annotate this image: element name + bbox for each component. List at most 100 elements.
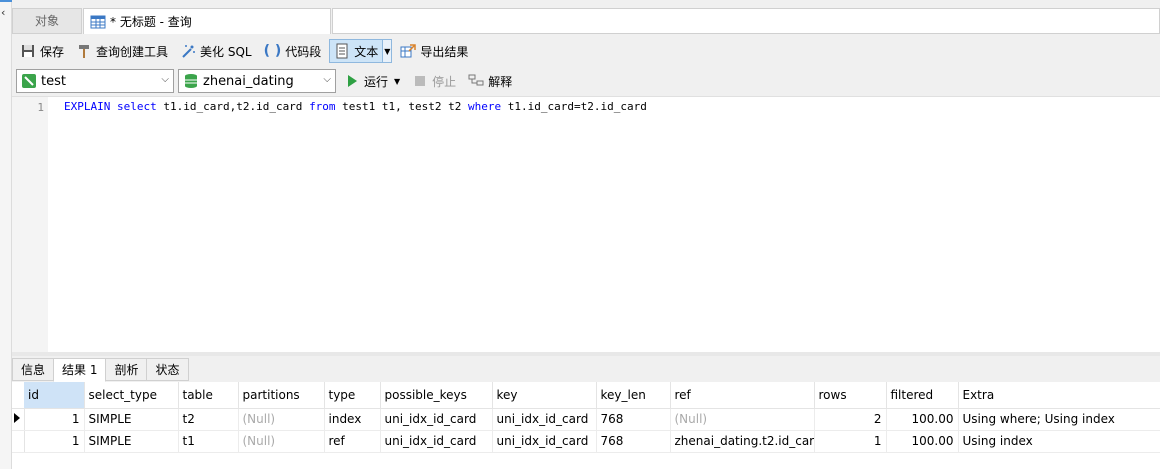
cell-select-type[interactable]: SIMPLE — [84, 408, 179, 431]
column-header[interactable]: rows — [814, 382, 887, 409]
column-header[interactable]: Extra — [958, 382, 1160, 409]
document-icon — [336, 43, 348, 59]
text-mode-label: 文本 — [354, 44, 379, 59]
explain-label: 解释 — [488, 74, 513, 89]
tab-result-1[interactable]: 结果 1 — [53, 358, 107, 382]
sql-editor[interactable]: 1 EXPLAIN select t1.id_card,t2.id_card f… — [12, 96, 1160, 353]
query-builder-label: 查询创建工具 — [96, 44, 169, 59]
table-grid-icon — [90, 15, 106, 28]
explain-button[interactable]: 解释 — [464, 69, 516, 93]
hammer-icon — [79, 45, 90, 58]
connection-value: test — [41, 73, 66, 89]
cell-filtered[interactable]: 100.00 — [886, 430, 959, 453]
cell-id[interactable]: 1 — [24, 408, 85, 431]
cell-partitions[interactable]: (Null) — [238, 408, 325, 431]
column-header[interactable]: ref — [670, 382, 815, 409]
column-header[interactable]: key_len — [596, 382, 671, 409]
chevron-left-icon[interactable]: ‹ — [1, 6, 5, 19]
row-selector[interactable] — [12, 408, 25, 431]
explain-icon — [468, 74, 484, 86]
query-builder-button[interactable]: 查询创建工具 — [72, 39, 172, 63]
cell-type[interactable]: ref — [324, 430, 381, 453]
tab-info[interactable]: 信息 — [12, 358, 55, 381]
cell-key[interactable]: uni_idx_id_card — [492, 430, 597, 453]
parentheses-icon: ( ) — [263, 43, 282, 59]
save-button[interactable]: 保存 — [16, 39, 68, 63]
code-segment: test1 t1, test2 t2 — [335, 100, 469, 113]
save-icon — [22, 45, 34, 57]
chevron-down-icon: ⌵ — [161, 74, 169, 85]
text-mode-dropdown[interactable]: ▼ — [382, 39, 393, 63]
cell-key-len[interactable]: 768 — [596, 430, 671, 453]
column-header[interactable]: type — [324, 382, 381, 409]
cell-ref[interactable]: zhenai_dating.t2.id_card — [670, 430, 815, 453]
cell-select-type[interactable]: SIMPLE — [84, 430, 179, 453]
beautify-sql-button[interactable]: 美化 SQL — [176, 39, 256, 63]
cell-type[interactable]: index — [324, 408, 381, 431]
tab-bar: 对象 * 无标题 - 查询 — [12, 6, 1160, 34]
run-button[interactable]: 运行 ▼ — [340, 69, 404, 93]
connection-select[interactable]: test ⌵ — [16, 69, 174, 93]
left-collapse-strip[interactable]: ‹ — [0, 0, 12, 469]
save-label: 保存 — [40, 44, 65, 59]
column-header[interactable]: id — [24, 382, 85, 409]
database-value: zhenai_dating — [203, 73, 294, 89]
cell-rows[interactable]: 2 — [814, 408, 887, 431]
tab-status[interactable]: 状态 — [146, 358, 189, 381]
code-snippet-label: 代码段 — [285, 44, 322, 59]
editor-result-splitter[interactable] — [12, 352, 1160, 356]
column-header[interactable]: possible_keys — [380, 382, 493, 409]
cell-table[interactable]: t1 — [178, 430, 239, 453]
cell-key-len[interactable]: 768 — [596, 408, 671, 431]
column-header[interactable]: partitions — [238, 382, 325, 409]
stop-label: 停止 — [432, 74, 457, 89]
export-result-button[interactable]: 导出结果 — [396, 39, 472, 63]
row-selector-header — [12, 382, 24, 409]
result-tabs: 信息 结果 1 剖析 状态 — [12, 358, 1160, 382]
tab-query[interactable]: * 无标题 - 查询 — [83, 8, 331, 34]
column-header[interactable]: select_type — [84, 382, 179, 409]
tab-bar-empty — [332, 8, 1160, 34]
cell-extra[interactable]: Using index — [958, 430, 1160, 453]
column-header[interactable]: filtered — [886, 382, 959, 409]
database-select[interactable]: zhenai_dating ⌵ — [178, 69, 336, 93]
cell-ref[interactable]: (Null) — [670, 408, 815, 431]
cell-extra[interactable]: Using where; Using index — [958, 408, 1160, 431]
cell-possible-keys[interactable]: uni_idx_id_card — [380, 408, 493, 431]
keyword-explain: EXPLAIN — [64, 100, 111, 113]
play-icon — [348, 75, 357, 87]
code-segment: t1.id_card=t2.id_card — [501, 100, 647, 113]
result-table: id select_type table partitions type pos… — [12, 382, 1160, 453]
cell-partitions[interactable]: (Null) — [238, 430, 325, 453]
code-snippet-button[interactable]: ( ) 代码段 — [260, 39, 326, 63]
column-header[interactable]: key — [492, 382, 597, 409]
keyword-where: where — [468, 100, 502, 113]
text-mode-button[interactable]: 文本 — [329, 39, 384, 63]
cell-table[interactable]: t2 — [178, 408, 239, 431]
cell-rows[interactable]: 1 — [814, 430, 887, 453]
line-number: 1 — [37, 101, 44, 114]
connection-icon — [22, 74, 36, 88]
table-row[interactable]: 1 SIMPLE t1 (Null) ref uni_idx_id_card u… — [12, 430, 1160, 453]
cell-id[interactable]: 1 — [24, 430, 85, 453]
chevron-down-icon: ⌵ — [323, 74, 331, 85]
stop-button[interactable]: 停止 — [408, 69, 460, 93]
cell-possible-keys[interactable]: uni_idx_id_card — [380, 430, 493, 453]
tab-profile[interactable]: 剖析 — [105, 358, 148, 381]
export-result-label: 导出结果 — [420, 44, 469, 59]
sql-code-line[interactable]: EXPLAIN select t1.id_card,t2.id_card fro… — [64, 100, 647, 113]
magic-wand-icon — [182, 45, 196, 58]
export-icon — [400, 44, 417, 58]
table-row[interactable]: 1 SIMPLE t2 (Null) index uni_idx_id_card… — [12, 408, 1160, 431]
keyword-from: from — [309, 100, 336, 113]
main-toolbar: 保存 查询创建工具 美化 SQL ( ) 代码段 文本 ▼ 导出结果 — [12, 36, 1160, 66]
connection-toolbar: test ⌵ zhenai_dating ⌵ 运行 ▼ 停止 解释 — [12, 68, 1160, 94]
column-header[interactable]: table — [178, 382, 239, 409]
row-selector[interactable] — [12, 430, 25, 453]
keyword-select: select — [116, 100, 157, 113]
cell-key[interactable]: uni_idx_id_card — [492, 408, 597, 431]
tab-objects[interactable]: 对象 — [12, 8, 82, 34]
code-segment: t1.id_card,t2.id_card — [156, 100, 310, 113]
caret-down-icon[interactable]: ▼ — [394, 77, 400, 86]
cell-filtered[interactable]: 100.00 — [886, 408, 959, 431]
